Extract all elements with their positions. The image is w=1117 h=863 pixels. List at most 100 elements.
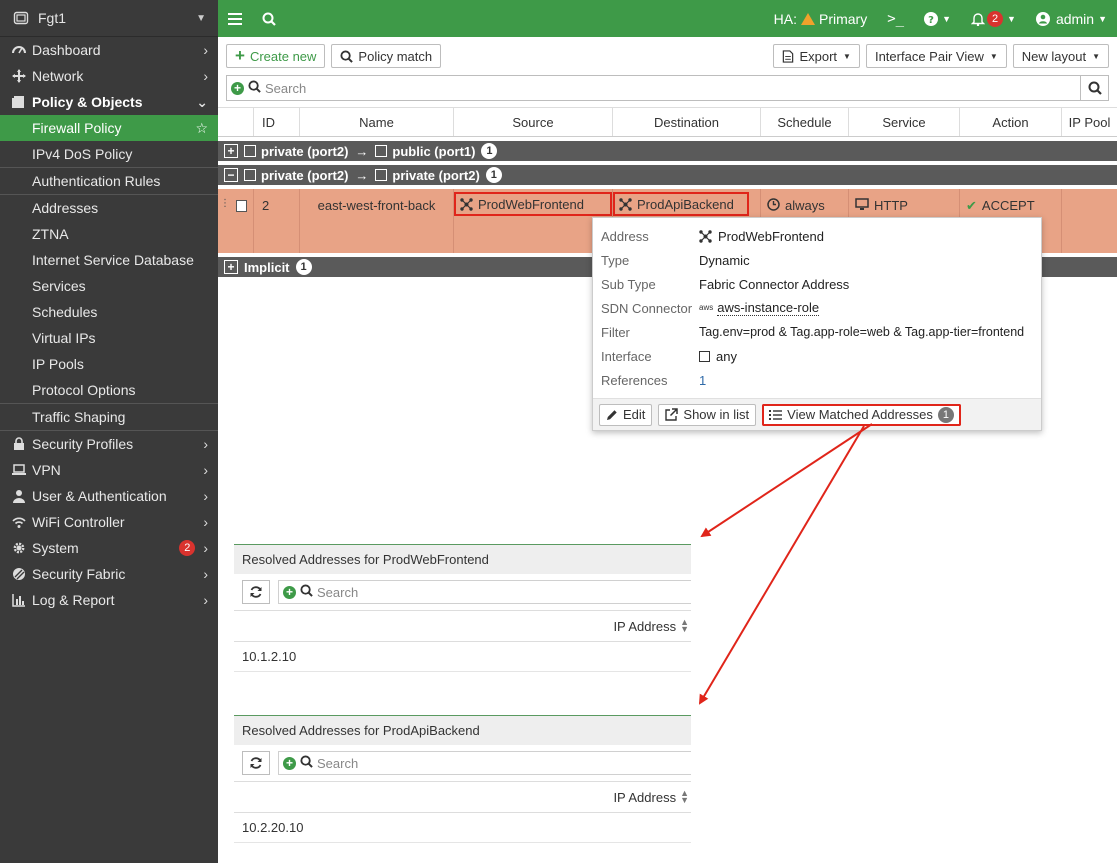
popup-label: Sub Type bbox=[601, 276, 656, 292]
nav-label: Services bbox=[32, 278, 86, 294]
nav-network[interactable]: Network › bbox=[0, 63, 218, 89]
cli-console-button[interactable]: >_ bbox=[877, 0, 914, 37]
help-button[interactable]: ? ▼ bbox=[914, 0, 961, 37]
column-header-action[interactable]: Action bbox=[960, 108, 1062, 136]
destination-address-chip[interactable]: ProdApiBackend bbox=[613, 192, 749, 216]
chevron-down-icon: ▼ bbox=[989, 51, 998, 61]
document-icon bbox=[782, 49, 794, 63]
search-input[interactable]: + Search bbox=[278, 580, 691, 604]
new-layout-button[interactable]: New layout ▼ bbox=[1012, 44, 1109, 68]
chevron-down-icon: ▼ bbox=[1098, 13, 1107, 24]
add-filter-icon[interactable]: + bbox=[283, 756, 296, 770]
nav-traffic-shaping[interactable]: Traffic Shaping bbox=[0, 404, 218, 430]
global-search-button[interactable] bbox=[252, 0, 286, 37]
interface-pair-group[interactable]: − private (port2) → private (port2) 1 bbox=[218, 165, 1117, 189]
device-selector[interactable]: Fgt1 ▼ bbox=[0, 0, 218, 37]
column-header-schedule[interactable]: Schedule bbox=[761, 108, 849, 136]
column-header-name[interactable]: Name bbox=[300, 108, 454, 136]
export-button[interactable]: Export ▼ bbox=[773, 44, 860, 68]
table-row: 10.1.2.10 bbox=[234, 642, 691, 672]
column-header-service[interactable]: Service bbox=[849, 108, 960, 136]
help-icon: ? bbox=[924, 11, 939, 26]
bar-chart-icon bbox=[12, 593, 26, 607]
nav-system[interactable]: System 2 › bbox=[0, 535, 218, 561]
policy-match-button[interactable]: Policy match bbox=[331, 44, 442, 68]
expand-icon[interactable]: + bbox=[224, 144, 238, 158]
group-count: 1 bbox=[485, 167, 502, 183]
nav-dashboard[interactable]: Dashboard › bbox=[0, 37, 218, 63]
nav-log-report[interactable]: Log & Report › bbox=[0, 587, 218, 613]
nav-ipv4-dos-policy[interactable]: IPv4 DoS Policy bbox=[0, 141, 218, 167]
column-header-ip-address[interactable]: IP Address ▲ ▼ bbox=[234, 610, 691, 642]
nav-policy-objects[interactable]: Policy & Objects ⌄ bbox=[0, 89, 218, 115]
ha-status-text: Primary bbox=[819, 10, 868, 27]
column-header-destination[interactable]: Destination bbox=[613, 108, 761, 136]
search-input[interactable]: + Search bbox=[278, 751, 691, 775]
destination-address-name: ProdApiBackend bbox=[637, 196, 734, 212]
nav-schedules[interactable]: Schedules bbox=[0, 299, 218, 325]
add-filter-icon[interactable]: + bbox=[231, 81, 244, 95]
nav-ztna[interactable]: ZTNA bbox=[0, 221, 218, 247]
policy-match-label: Policy match bbox=[358, 48, 433, 64]
view-matched-addresses-button[interactable]: View Matched Addresses 1 bbox=[762, 403, 961, 426]
device-icon bbox=[12, 9, 30, 27]
drag-handle-icon[interactable]: ⋮ bbox=[220, 198, 230, 209]
nav-security-profiles[interactable]: Security Profiles › bbox=[0, 431, 218, 457]
column-header-ip-pool[interactable]: IP Pool bbox=[1062, 108, 1117, 136]
sort-icon[interactable]: ▲ ▼ bbox=[680, 618, 689, 634]
popup-label: Type bbox=[601, 252, 630, 268]
interface-icon bbox=[699, 350, 710, 362]
nav-vpn[interactable]: VPN › bbox=[0, 457, 218, 483]
nav-internet-service-database[interactable]: Internet Service Database bbox=[0, 247, 218, 273]
sort-icon[interactable]: ▲ ▼ bbox=[680, 789, 689, 805]
search-submit-button[interactable] bbox=[1081, 75, 1109, 101]
search-icon bbox=[300, 755, 313, 771]
star-icon[interactable]: ☆ bbox=[195, 120, 208, 137]
nav-authentication-rules[interactable]: Authentication Rules bbox=[0, 168, 218, 194]
nav-protocol-options[interactable]: Protocol Options bbox=[0, 377, 218, 403]
cell-source[interactable]: ProdWebFrontend bbox=[454, 189, 613, 253]
row-checkbox[interactable] bbox=[236, 200, 247, 212]
sdn-connector-link[interactable]: aws-instance-role bbox=[717, 300, 820, 316]
add-filter-icon[interactable]: + bbox=[283, 585, 296, 599]
column-header-source[interactable]: Source bbox=[454, 108, 613, 136]
nav-wifi-controller[interactable]: WiFi Controller › bbox=[0, 509, 218, 535]
nav-label: Network bbox=[32, 68, 84, 84]
view-label: Interface Pair View bbox=[874, 48, 984, 64]
popup-label: Address bbox=[601, 228, 649, 244]
nav-firewall-policy[interactable]: Firewall Policy ☆ bbox=[0, 115, 218, 141]
column-header-id[interactable]: ID bbox=[254, 108, 300, 136]
nav-virtual-ips[interactable]: Virtual IPs bbox=[0, 325, 218, 351]
fabric-icon bbox=[12, 567, 26, 581]
user-menu-button[interactable]: admin ▼ bbox=[1026, 0, 1117, 37]
notifications-button[interactable]: 2 ▼ bbox=[961, 0, 1026, 37]
nav-ip-pools[interactable]: IP Pools bbox=[0, 351, 218, 377]
search-input[interactable]: + Search bbox=[226, 75, 1081, 101]
expand-icon[interactable]: + bbox=[224, 260, 238, 274]
ha-status[interactable]: HA: Primary bbox=[764, 0, 878, 37]
external-link-icon bbox=[665, 408, 679, 421]
show-in-list-button[interactable]: Show in list bbox=[658, 403, 757, 426]
view-selector-button[interactable]: Interface Pair View ▼ bbox=[865, 44, 1007, 68]
source-address-chip[interactable]: ProdWebFrontend bbox=[454, 192, 612, 216]
collapse-icon[interactable]: − bbox=[224, 168, 238, 182]
create-new-button[interactable]: + Create new bbox=[226, 44, 326, 68]
refresh-button[interactable] bbox=[242, 751, 270, 775]
menu-toggle-button[interactable] bbox=[218, 0, 252, 37]
column-header-ip-address[interactable]: IP Address ▲ ▼ bbox=[234, 781, 691, 813]
chevron-down-icon: ▼ bbox=[196, 12, 206, 24]
nav-services[interactable]: Services bbox=[0, 273, 218, 299]
popup-value[interactable]: aws aws-instance-role bbox=[699, 300, 820, 316]
nav-addresses[interactable]: Addresses bbox=[0, 195, 218, 221]
edit-button[interactable]: Edit bbox=[599, 403, 653, 426]
refresh-button[interactable] bbox=[242, 580, 270, 604]
interface-pair-group[interactable]: + private (port2) → public (port1) 1 bbox=[218, 141, 1117, 165]
nav-security-fabric[interactable]: Security Fabric › bbox=[0, 561, 218, 587]
popup-value: ProdWebFrontend bbox=[699, 229, 824, 244]
user-icon bbox=[12, 489, 26, 503]
references-link[interactable]: 1 bbox=[699, 373, 706, 388]
popup-row-sdn-connector: SDN Connector aws aws-instance-role bbox=[593, 296, 1041, 320]
nav-user-authentication[interactable]: User & Authentication › bbox=[0, 483, 218, 509]
nav-label: Policy & Objects bbox=[32, 94, 143, 110]
search-placeholder: Search bbox=[317, 584, 359, 600]
